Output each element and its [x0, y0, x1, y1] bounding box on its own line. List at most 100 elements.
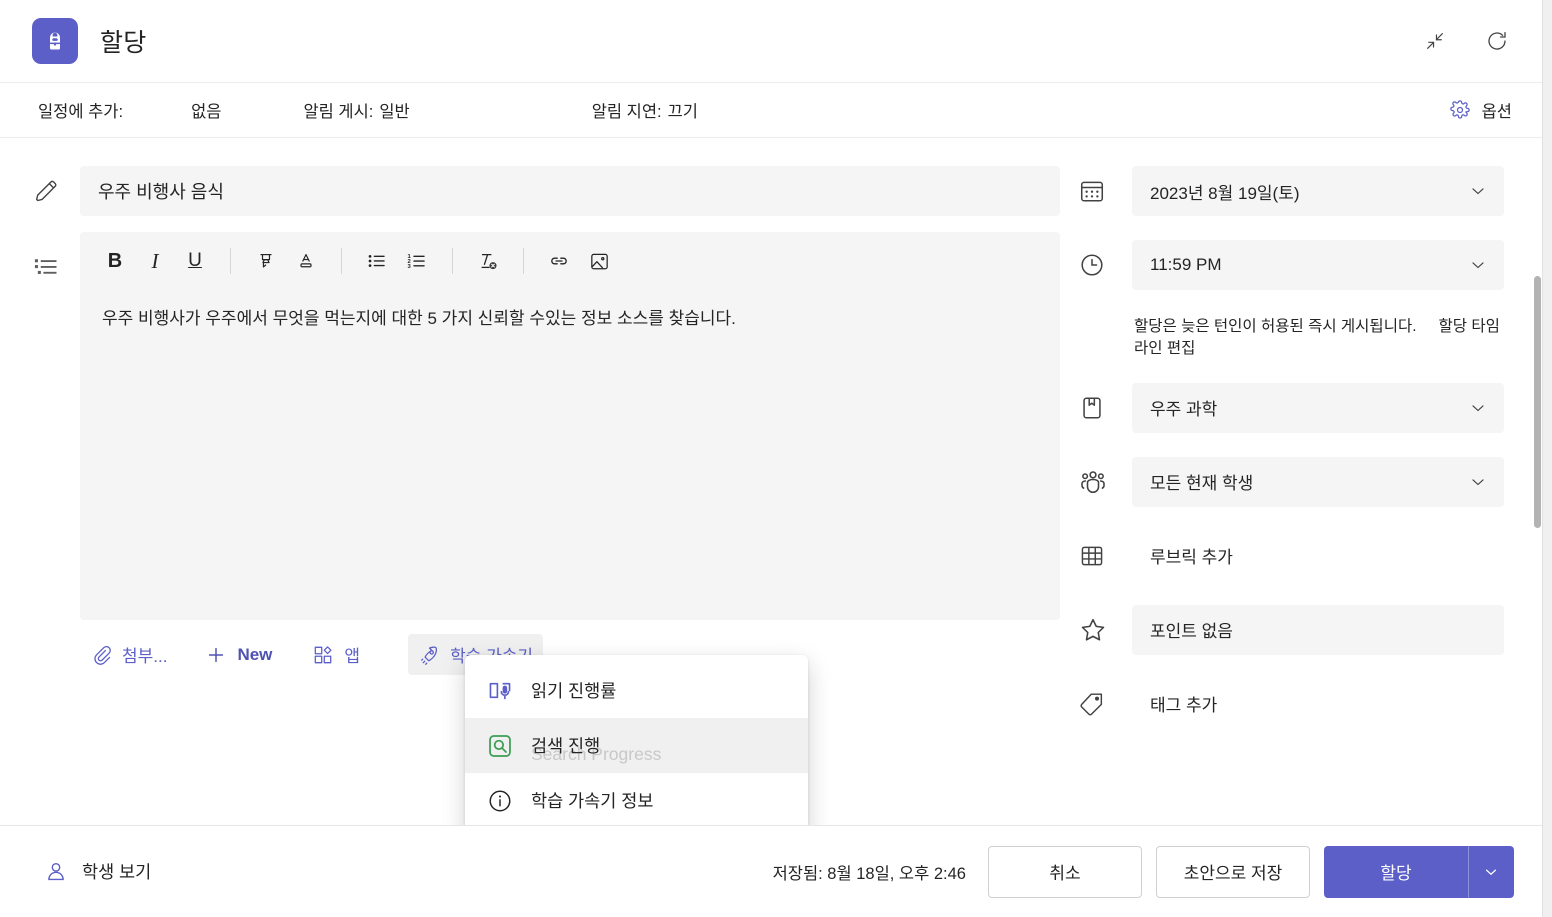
grid-icon: [1078, 542, 1132, 570]
chevron-down-icon: [1482, 863, 1500, 881]
points-row: 포인트 없음: [1078, 604, 1504, 655]
reading-progress-label: 읽기 진행률: [531, 681, 617, 701]
content-area: B I U: [0, 138, 1542, 825]
underline-button[interactable]: U: [176, 242, 214, 280]
students-select[interactable]: 모든 현재 학생: [1132, 456, 1504, 507]
apps-button[interactable]: 앱: [302, 634, 370, 675]
gear-icon: [1449, 100, 1470, 120]
assign-button[interactable]: 할당: [1324, 845, 1468, 898]
attach-button[interactable]: 첨부...: [80, 634, 177, 675]
add-tag-button[interactable]: 태그 추가: [1132, 679, 1504, 729]
right-sidebar: 2023년 8월 19일(토) 11:59 PM 할당은 늦은 턴인이 허용된 …: [1060, 138, 1542, 825]
new-button[interactable]: New: [195, 636, 282, 674]
assignments-window: 할당 일정에 추가: 없음 알림 게시: 일반 알림 지연: 끄기 옵션 우주 …: [0, 0, 1543, 917]
toolbar-divider: [452, 248, 453, 274]
add-rubric-button[interactable]: 루브릭 추가: [1132, 531, 1504, 581]
due-date-select[interactable]: 2023년 8월 19일(토): [1132, 166, 1504, 216]
assign-options-button[interactable]: [1468, 845, 1514, 898]
class-row: 우주 과학: [1078, 382, 1504, 433]
calendar-icon: [1078, 177, 1132, 205]
clock-icon: [1078, 251, 1132, 279]
pencil-icon: [32, 166, 80, 204]
chevron-down-icon: [1468, 255, 1488, 275]
reading-progress-item[interactable]: 읽기 진행률: [465, 663, 808, 718]
page-title: 할당: [100, 29, 147, 57]
search-progress-label: 검색 진행: [531, 736, 601, 756]
assignment-title-input[interactable]: [80, 166, 1060, 216]
collapse-icon[interactable]: [1418, 24, 1452, 58]
plus-icon: [205, 644, 227, 666]
due-time-select[interactable]: 11:59 PM: [1132, 240, 1504, 290]
assignment-timeline-note: 할당은 늦은 턴인이 허용된 즉시 게시됩니다. 할당 타임라인 편집: [1132, 314, 1504, 361]
bulleted-list-icon[interactable]: [358, 242, 396, 280]
svg-text:3: 3: [407, 264, 411, 270]
rocket-icon: [418, 644, 440, 666]
due-time-row: 11:59 PM: [1078, 240, 1504, 290]
assignment-timeline-note-row: 할당은 늦은 턴인이 허용된 즉시 게시됩니다. 할당 타임라인 편집: [1078, 314, 1504, 361]
points-value: 포인트 없음: [1150, 622, 1233, 642]
learning-accelerator-info-item[interactable]: 학습 가속기 정보: [465, 773, 808, 825]
italic-button[interactable]: I: [136, 242, 174, 280]
learning-accelerator-info-label: 학습 가속기 정보: [531, 791, 654, 811]
editor-toolbar: B I U 1 2 3: [80, 232, 1060, 290]
toolbar-divider: [523, 248, 524, 274]
bookmark-icon: [1078, 394, 1132, 422]
image-icon[interactable]: [580, 242, 618, 280]
tag-icon: [1078, 690, 1132, 718]
timeline-note-text: 할당은 늦은 턴인이 허용된 즉시 게시됩니다.: [1134, 318, 1417, 335]
refresh-icon[interactable]: [1480, 24, 1514, 58]
search-square-icon: [487, 733, 513, 759]
delay-notification-label: 알림 지연:: [591, 103, 662, 121]
class-select[interactable]: 우주 과학: [1132, 382, 1504, 433]
list-icon: [32, 232, 80, 280]
chevron-down-icon: [1468, 398, 1488, 418]
students-row: 모든 현재 학생: [1078, 456, 1504, 507]
due-date-value: 2023년 8월 19일(토): [1150, 183, 1300, 203]
toolbar-divider: [341, 248, 342, 274]
chevron-down-icon: [1468, 472, 1488, 492]
numbered-list-icon[interactable]: 1 2 3: [398, 242, 436, 280]
save-draft-button[interactable]: 초안으로 저장: [1156, 845, 1310, 898]
add-to-calendar-value[interactable]: 없음: [191, 98, 221, 122]
content-scrollbar[interactable]: [1533, 276, 1542, 825]
instructions-field-row: B I U 1 2 3 우주 비행사가 우주에서 무엇을 먹는지에 대한 5 가…: [32, 232, 1060, 620]
points-field[interactable]: 포인트 없음: [1132, 604, 1504, 655]
students-value: 모든 현재 학생: [1150, 474, 1254, 494]
window-edge-strip: [1543, 0, 1552, 917]
student-view-label: 학생 보기: [82, 862, 152, 882]
footer-actions: 저장됨: 8월 18일, 오후 2:46 취소 초안으로 저장 할당: [773, 845, 1514, 898]
scrollbar-thumb[interactable]: [1534, 276, 1541, 528]
options-button[interactable]: 옵션: [1442, 93, 1520, 127]
tag-row: 태그 추가: [1078, 679, 1504, 729]
book-microphone-icon: [487, 678, 513, 704]
learning-accelerator-menu: 읽기 진행률 Search Progress 검색 진행 학습 가속기 정보: [465, 655, 808, 825]
bold-button[interactable]: B: [96, 242, 134, 280]
highlight-icon[interactable]: [247, 242, 285, 280]
due-date-row: 2023년 8월 19일(토): [1078, 166, 1504, 216]
student-view-button[interactable]: 학생 보기: [34, 851, 161, 892]
post-notification-value[interactable]: 일반: [379, 98, 409, 122]
paperclip-icon: [90, 644, 112, 666]
footer-bar: 학생 보기 저장됨: 8월 18일, 오후 2:46 취소 초안으로 저장 할당: [0, 825, 1542, 917]
title-bar: 할당: [0, 0, 1542, 82]
delay-notification-value[interactable]: 끄기: [668, 98, 698, 122]
due-time-value: 11:59 PM: [1150, 255, 1222, 274]
star-icon: [1078, 615, 1132, 645]
font-color-icon[interactable]: [287, 242, 325, 280]
add-to-calendar-label: 일정에 추가:: [38, 103, 124, 121]
titlebar-actions: [1418, 24, 1520, 58]
post-notification-label: 알림 게시:: [303, 103, 374, 121]
clear-formatting-icon[interactable]: [469, 242, 507, 280]
info-icon: [487, 788, 513, 814]
search-progress-item[interactable]: Search Progress 검색 진행: [465, 718, 808, 773]
person-icon: [44, 860, 68, 884]
attach-label: 첨부...: [122, 647, 168, 666]
class-value: 우주 과학: [1150, 400, 1218, 420]
options-label: 옵션: [1481, 103, 1512, 121]
apps-label: 앱: [344, 647, 361, 666]
new-label: New: [237, 644, 273, 664]
link-icon[interactable]: [540, 242, 578, 280]
cancel-button[interactable]: 취소: [988, 845, 1142, 898]
instructions-text[interactable]: 우주 비행사가 우주에서 무엇을 먹는지에 대한 5 가지 신뢰할 수있는 정보…: [80, 290, 1060, 620]
rich-text-editor: B I U 1 2 3 우주 비행사가 우주에서 무엇을 먹는지에 대한 5 가…: [80, 232, 1060, 620]
